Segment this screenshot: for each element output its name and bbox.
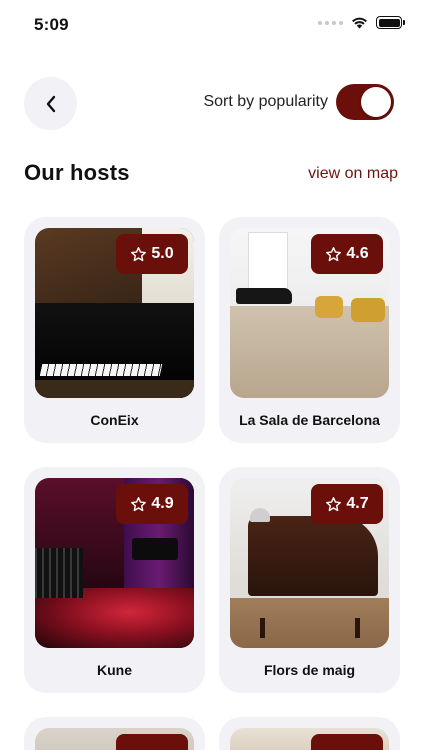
host-photo [230, 728, 389, 750]
host-photo: 4.9 [35, 478, 194, 648]
rating-badge [311, 734, 383, 750]
rating-badge: 5.0 [116, 234, 188, 274]
host-photo: 5.0 [35, 228, 194, 398]
toggle-knob [361, 87, 391, 117]
host-card[interactable]: 4.9 Kune [24, 467, 205, 693]
rating-value: 4.7 [346, 495, 369, 512]
sort-label: Sort by popularity [203, 93, 328, 110]
chevron-left-icon [46, 95, 55, 112]
section-title: Our hosts [24, 160, 130, 185]
view-on-map-link[interactable]: view on map [308, 165, 398, 183]
host-card[interactable]: 5.0 ConEix [24, 217, 205, 443]
star-icon [326, 496, 342, 511]
host-card-partial[interactable] [24, 717, 205, 750]
star-icon [131, 246, 147, 261]
host-card[interactable]: 4.7 Flors de maig [219, 467, 400, 693]
rating-badge: 4.9 [116, 484, 188, 524]
host-card-partial[interactable] [219, 717, 400, 750]
wifi-icon [352, 17, 367, 29]
host-photo [35, 728, 194, 750]
host-name: La Sala de Barcelona [239, 412, 380, 428]
host-name: ConEix [90, 412, 139, 428]
rating-value: 4.9 [151, 495, 174, 512]
host-name: Kune [97, 662, 132, 678]
rating-value: 4.6 [346, 245, 369, 262]
rating-value: 5.0 [151, 245, 174, 262]
status-time: 5:09 [34, 15, 69, 34]
rating-badge [116, 734, 188, 750]
host-card[interactable]: 4.6 La Sala de Barcelona [219, 217, 400, 443]
rating-badge: 4.7 [311, 484, 383, 524]
star-icon [131, 496, 147, 511]
cellular-signal-icon [318, 20, 343, 25]
sort-row: Sort by popularity [203, 84, 394, 120]
host-name: Flors de maig [263, 662, 356, 678]
battery-icon [376, 16, 405, 29]
host-photo: 4.6 [230, 228, 389, 398]
star-icon [326, 246, 342, 261]
host-photo: 4.7 [230, 478, 389, 648]
sort-toggle[interactable] [336, 84, 394, 120]
back-button[interactable] [24, 77, 77, 130]
rating-badge: 4.6 [311, 234, 383, 274]
status-icons [318, 16, 405, 29]
status-bar: 5:09 [0, 0, 422, 50]
hosts-grid: 5.0 ConEix 4.6 La Sala de Barcelona 4.9 … [24, 217, 400, 750]
